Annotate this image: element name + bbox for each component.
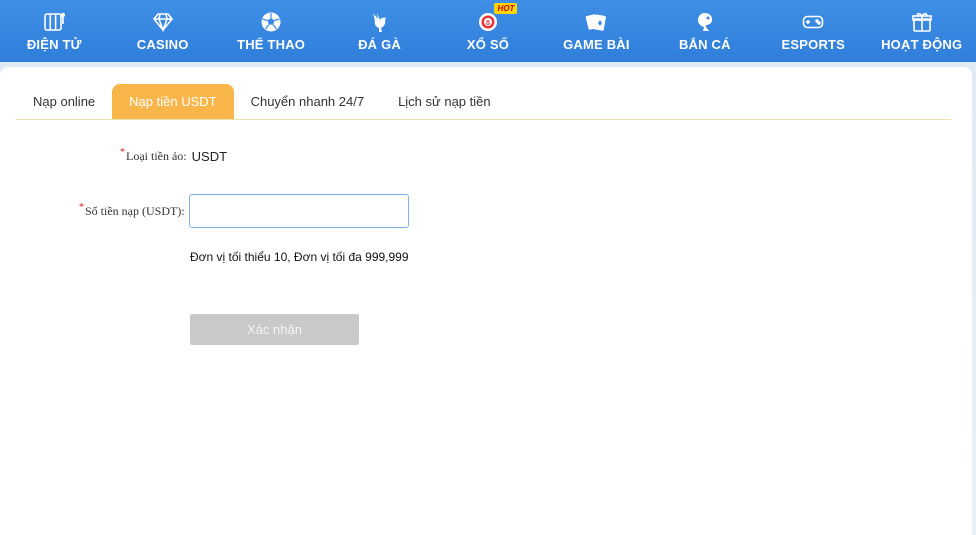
tab-nap-online[interactable]: Nạp online — [16, 84, 112, 119]
nav-label: CASINO — [136, 36, 189, 52]
currency-label: *Loại tiền ảo: — [120, 147, 187, 163]
soccer-ball-icon — [260, 11, 282, 33]
nav-item-xo-so[interactable]: HOT 8 XỔ SỐ — [434, 0, 542, 62]
diamond-icon — [152, 11, 174, 33]
lottery-ball-number: 8 — [486, 20, 490, 27]
nav-label: XỔ SỐ — [466, 36, 510, 52]
currency-value: USDT — [191, 149, 228, 164]
tab-nap-tien-usdt[interactable]: Nạp tiền USDT — [112, 84, 234, 119]
nav-item-game-bai[interactable]: GAME BÀI — [542, 0, 650, 62]
nav-label: BẮN CÁ — [678, 36, 731, 52]
hot-badge: HOT — [494, 3, 518, 14]
slot-machine-icon — [43, 11, 66, 33]
nav-label: GAME BÀI — [563, 36, 630, 52]
nav-label: ESPORTS — [781, 36, 846, 52]
deposit-panel: Nạp online Nạp tiền USDT Chuyển nhanh 24… — [0, 67, 972, 535]
nav-label: ĐIỆN TỬ — [26, 36, 82, 52]
nav-label: ĐÁ GÀ — [358, 36, 401, 52]
amount-row: *Số tiền nạp (USDT): — [79, 194, 409, 228]
nav-item-dien-tu[interactable]: ĐIỆN TỬ — [0, 0, 108, 62]
playing-cards-icon — [585, 11, 607, 33]
required-mark: * — [120, 147, 125, 158]
nav-item-the-thao[interactable]: THỂ THAO — [217, 0, 325, 62]
gift-icon — [911, 11, 933, 33]
amount-input[interactable] — [188, 194, 409, 228]
amount-label: *Số tiền nạp (USDT): — [79, 201, 185, 218]
deposit-tabs: Nạp online Nạp tiền USDT Chuyển nhanh 24… — [16, 84, 951, 120]
currency-row: *Loại tiền ảo: USDT — [120, 147, 228, 164]
nav-item-esports[interactable]: ESPORTS — [759, 0, 867, 62]
nav-label: THỂ THAO — [237, 36, 306, 52]
amount-hint: Đơn vị tối thiểu 10, Đơn vị tối đa 999,9… — [190, 250, 409, 264]
nav-item-da-ga[interactable]: ĐÁ GÀ — [325, 0, 433, 62]
nav-label: HOẠT ĐỘNG — [881, 36, 963, 52]
gamepad-icon — [802, 11, 824, 33]
required-mark: * — [79, 201, 84, 213]
tab-chuyen-nhanh[interactable]: Chuyển nhanh 24/7 — [234, 84, 381, 119]
fish-icon — [694, 11, 716, 33]
confirm-button[interactable]: Xác nhận — [190, 314, 359, 345]
rooster-icon — [369, 11, 391, 33]
tab-lich-su-nap-tien[interactable]: Lịch sử nạp tiền — [381, 84, 508, 119]
top-nav: ĐIỆN TỬ CASINO THỂ THAO ĐÁ GÀ HOT 8 XỔ S… — [0, 0, 976, 62]
nav-item-casino[interactable]: CASINO — [108, 0, 216, 62]
nav-item-hoat-dong[interactable]: HOẠT ĐỘNG — [868, 0, 976, 62]
nav-item-ban-ca[interactable]: BẮN CÁ — [651, 0, 759, 62]
